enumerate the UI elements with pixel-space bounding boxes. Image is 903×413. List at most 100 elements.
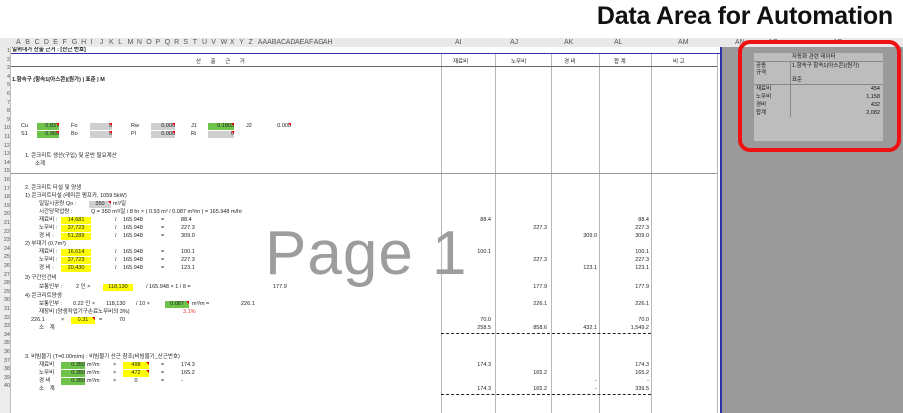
column-letter[interactable]: C xyxy=(35,38,40,47)
row-number[interactable]: 1 xyxy=(0,48,10,54)
column-letter[interactable]: R xyxy=(174,38,179,47)
param-ri-cell[interactable]: 0 xyxy=(208,131,234,138)
row-number[interactable]: 8 xyxy=(0,108,10,114)
r38-value[interactable]: 0 xyxy=(123,378,149,385)
r36-value[interactable]: 498 xyxy=(123,362,149,369)
column-letter[interactable]: V xyxy=(211,38,216,47)
column-letter[interactable]: U xyxy=(202,38,207,47)
r28-value[interactable]: 118,130 xyxy=(103,284,133,291)
daily-output-cell[interactable]: 350 xyxy=(89,201,111,208)
row-number[interactable]: 24 xyxy=(0,246,10,252)
row-number[interactable]: 40 xyxy=(0,383,10,389)
row-number[interactable]: 34 xyxy=(0,332,10,338)
column-letter[interactable]: I xyxy=(90,38,92,47)
param-pl-cell[interactable]: 0.000 xyxy=(151,131,175,138)
column-letter[interactable]: AF xyxy=(304,38,313,47)
row-number[interactable]: 13 xyxy=(0,151,10,157)
row-number[interactable]: 14 xyxy=(0,160,10,166)
row-number[interactable]: 7 xyxy=(0,100,10,106)
column-letter[interactable]: AI xyxy=(455,38,462,47)
column-letter[interactable]: Z xyxy=(249,38,253,47)
row-number[interactable]: 15 xyxy=(0,168,10,174)
row-number[interactable]: 21 xyxy=(0,220,10,226)
column-letter[interactable]: AJ xyxy=(510,38,518,47)
column-letter[interactable]: F xyxy=(63,38,67,47)
column-letter[interactable]: T xyxy=(193,38,197,47)
row-number[interactable]: 32 xyxy=(0,315,10,321)
row-number[interactable]: 33 xyxy=(0,323,10,329)
row-number[interactable]: 35 xyxy=(0,340,10,346)
row-number[interactable]: 37 xyxy=(0,358,10,364)
r21-value[interactable]: 37,723 xyxy=(61,225,91,232)
column-letter[interactable]: K xyxy=(109,38,114,47)
row-number[interactable]: 2 xyxy=(0,57,10,63)
r36-coef[interactable]: 0.350 xyxy=(61,362,85,369)
r32-pct[interactable]: 0.31 xyxy=(71,317,95,324)
row-number[interactable]: 9 xyxy=(0,117,10,123)
row-number[interactable]: 23 xyxy=(0,237,10,243)
param-j1-cell[interactable]: 0.1803 xyxy=(208,123,234,130)
r24-value[interactable]: 16,614 xyxy=(61,249,91,256)
row-number[interactable]: 26 xyxy=(0,263,10,269)
row-number[interactable]: 16 xyxy=(0,177,10,183)
r37-value[interactable]: 472 xyxy=(123,370,149,377)
row-number[interactable]: 29 xyxy=(0,289,10,295)
r22-value[interactable]: 51,289 xyxy=(61,233,91,240)
column-letter[interactable]: J xyxy=(100,38,104,47)
column-letter[interactable]: W xyxy=(221,38,228,47)
column-letter[interactable]: AM xyxy=(678,38,689,47)
row-number[interactable]: 30 xyxy=(0,297,10,303)
row-number[interactable]: 27 xyxy=(0,272,10,278)
r30-coef[interactable]: 0.087 xyxy=(165,301,189,308)
column-letter[interactable]: S xyxy=(183,38,188,47)
column-letter[interactable]: H xyxy=(81,38,86,47)
row-number[interactable]: 3 xyxy=(0,65,10,71)
row-number[interactable]: 20 xyxy=(0,211,10,217)
param-s1-cell[interactable]: 0.950 xyxy=(37,131,59,138)
r20-value[interactable]: 14,681 xyxy=(61,217,91,224)
row-number[interactable]: 4 xyxy=(0,74,10,80)
column-letter[interactable]: AH xyxy=(323,38,333,47)
row-number[interactable]: 39 xyxy=(0,375,10,381)
column-letter[interactable]: AE xyxy=(295,38,304,47)
row-number[interactable]: 38 xyxy=(0,366,10,372)
row-number[interactable]: 36 xyxy=(0,349,10,355)
column-letter[interactable]: AK xyxy=(564,38,573,47)
column-letter[interactable]: AA xyxy=(258,38,267,47)
column-letter[interactable]: A xyxy=(16,38,21,47)
param-rw-cell[interactable]: 0.000 xyxy=(151,123,175,130)
r37-coef[interactable]: 0.350 xyxy=(61,370,85,377)
column-letter[interactable]: N xyxy=(137,38,142,47)
row-number[interactable]: 5 xyxy=(0,82,10,88)
column-letter[interactable]: AB xyxy=(267,38,276,47)
column-letter[interactable]: X xyxy=(230,38,235,47)
row-number[interactable]: 31 xyxy=(0,306,10,312)
column-letter[interactable]: AD xyxy=(286,38,296,47)
row-number[interactable]: 19 xyxy=(0,203,10,209)
column-letter[interactable]: M xyxy=(128,38,134,47)
column-letter[interactable]: Y xyxy=(239,38,244,47)
column-letter[interactable]: AC xyxy=(276,38,286,47)
row-number[interactable]: 6 xyxy=(0,91,10,97)
column-letter[interactable]: O xyxy=(146,38,151,47)
row-number[interactable]: 11 xyxy=(0,134,10,140)
r26-value[interactable]: 20,430 xyxy=(61,265,91,272)
param-bo-cell[interactable]: 0 xyxy=(90,131,112,138)
column-letter[interactable]: Q xyxy=(165,38,170,47)
row-number[interactable]: 25 xyxy=(0,254,10,260)
row-number[interactable]: 18 xyxy=(0,194,10,200)
row-number[interactable]: 22 xyxy=(0,229,10,235)
param-fo-cell[interactable]: 0 xyxy=(90,123,112,130)
row-number[interactable]: 28 xyxy=(0,280,10,286)
column-letter[interactable]: P xyxy=(156,38,161,47)
row-number[interactable]: 10 xyxy=(0,125,10,131)
param-j2-cell[interactable]: 0.000 xyxy=(267,123,291,130)
column-letter[interactable]: G xyxy=(72,38,77,47)
row-number[interactable]: 17 xyxy=(0,186,10,192)
column-letter[interactable]: B xyxy=(25,38,30,47)
row-number[interactable]: 12 xyxy=(0,143,10,149)
column-letter[interactable]: D xyxy=(44,38,49,47)
column-letter[interactable]: AL xyxy=(614,38,623,47)
param-cu-cell[interactable]: 0.837 xyxy=(37,123,59,130)
column-letter[interactable]: L xyxy=(118,38,122,47)
